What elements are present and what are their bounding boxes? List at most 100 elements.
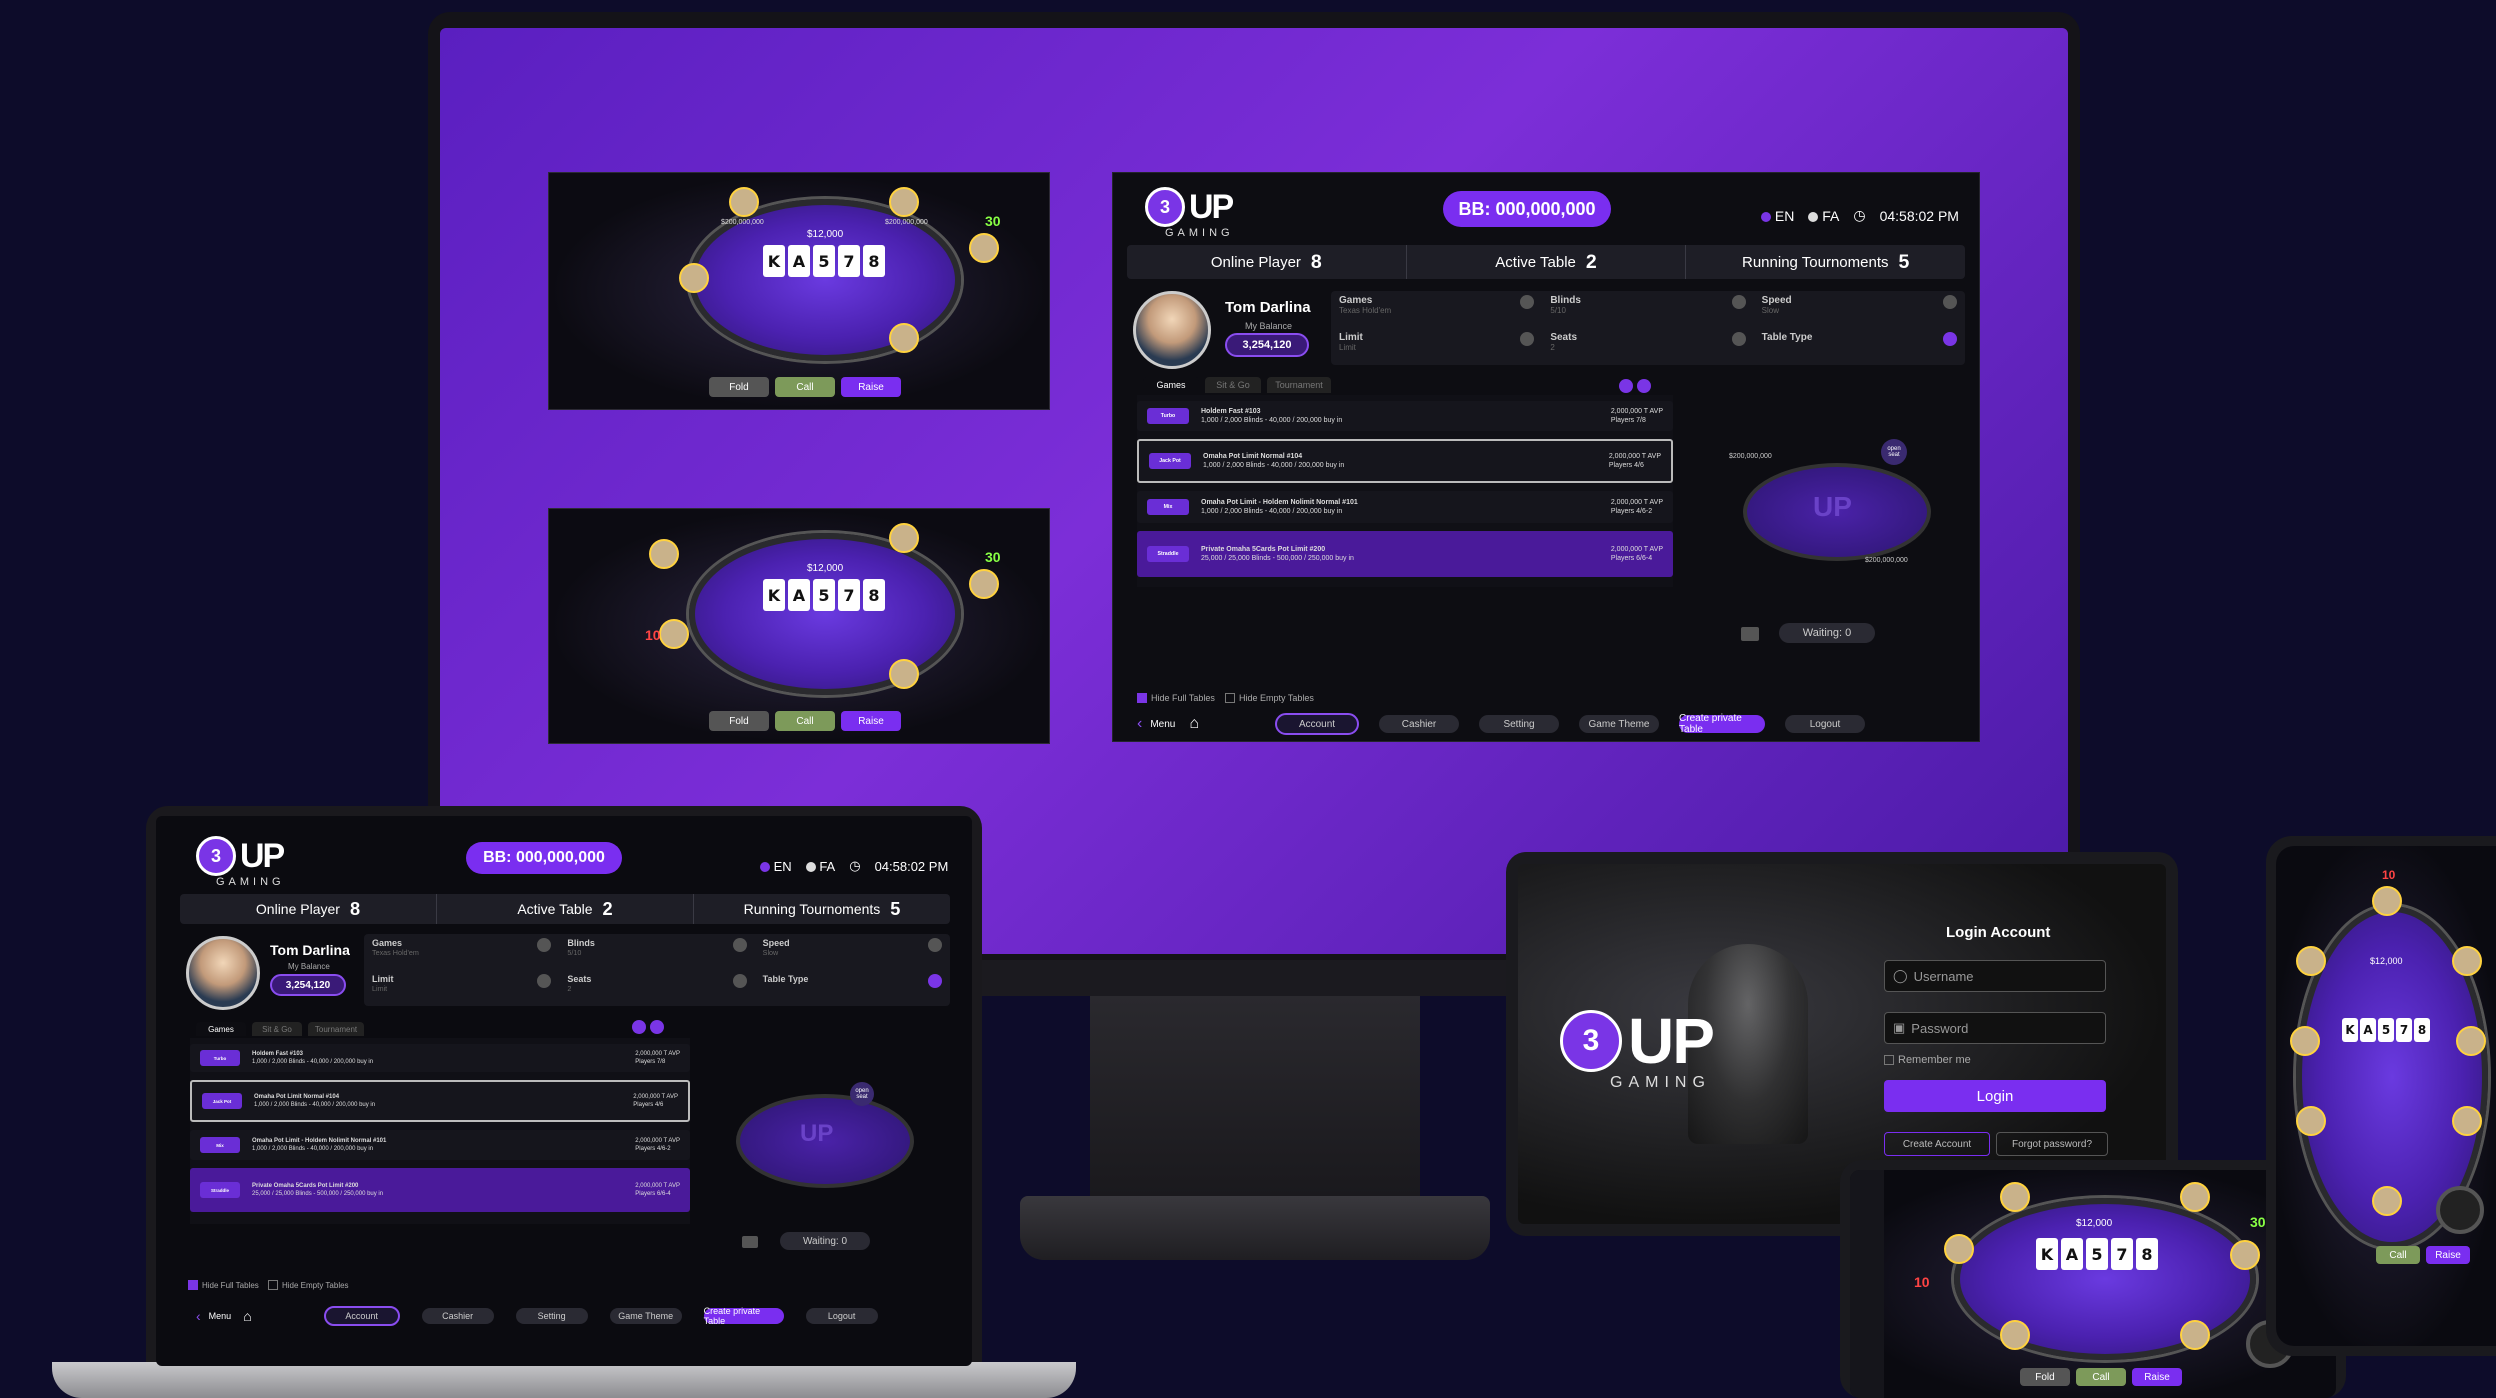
- call-button[interactable]: Call: [2076, 1368, 2126, 1386]
- logout-button[interactable]: Logout: [1785, 715, 1866, 733]
- filter-icon[interactable]: [1619, 379, 1633, 393]
- language-switch[interactable]: EN FA ◷ 04:58:02 PM: [1761, 207, 1959, 224]
- password-field[interactable]: ▣ Password: [1884, 1012, 2106, 1044]
- fold-button[interactable]: Fold: [2020, 1368, 2070, 1386]
- player-seat: [2180, 1320, 2210, 1350]
- login-button[interactable]: Login: [1884, 1080, 2106, 1112]
- checkbox[interactable]: [268, 1280, 278, 1290]
- filter-speed[interactable]: Speed Slow: [1754, 291, 1965, 328]
- raise-button[interactable]: Raise: [2426, 1246, 2470, 1264]
- bet-dial[interactable]: [2436, 1186, 2484, 1234]
- chevron-down-icon[interactable]: [1942, 332, 1957, 346]
- tab-sit-and-go[interactable]: Sit & Go: [252, 1022, 302, 1036]
- hide-full-tables-toggle[interactable]: Hide Full Tables: [1137, 693, 1215, 703]
- filter-games[interactable]: Games Texas Hold'em: [1331, 291, 1542, 328]
- checkbox[interactable]: [1225, 693, 1235, 703]
- home-icon[interactable]: ⌂: [243, 1308, 251, 1324]
- tab-sit-and-go[interactable]: Sit & Go: [1205, 377, 1261, 393]
- remember-me-toggle[interactable]: Remember me: [1884, 1054, 1971, 1066]
- call-button[interactable]: Call: [2376, 1246, 2420, 1264]
- table-row[interactable]: Jack Pot Omaha Pot Limit Normal #104 1,00…: [1137, 439, 1673, 483]
- call-button[interactable]: Call: [775, 711, 835, 731]
- table-row[interactable]: Mix Omaha Pot Limit - Holdem Nolimit Nor…: [190, 1130, 690, 1160]
- language-switch[interactable]: EN FA ◷ 04:58:02 PM: [760, 858, 948, 874]
- checkbox[interactable]: [1884, 1055, 1894, 1065]
- chevron-down-icon[interactable]: [927, 938, 942, 952]
- lang-fa-option[interactable]: FA: [805, 859, 835, 874]
- chevron-down-icon[interactable]: [1520, 295, 1535, 309]
- lang-en-option[interactable]: EN: [1761, 208, 1794, 224]
- call-button[interactable]: Call: [775, 377, 835, 397]
- avatar[interactable]: [1133, 291, 1211, 369]
- filter-blinds[interactable]: Blinds 5/10: [559, 934, 754, 970]
- forgot-password-link[interactable]: Forgot password?: [1996, 1132, 2108, 1156]
- card: A: [2360, 1018, 2376, 1042]
- create-private-table-button[interactable]: Create private Table: [1679, 713, 1766, 735]
- refresh-icon[interactable]: [1637, 379, 1651, 393]
- chevron-down-icon[interactable]: [1731, 295, 1746, 309]
- tab-games[interactable]: Games: [1143, 377, 1199, 393]
- filter-seats[interactable]: Seats 2: [1542, 328, 1753, 365]
- chevron-down-icon[interactable]: [537, 938, 552, 952]
- account-button[interactable]: Account: [1275, 713, 1360, 735]
- table-row[interactable]: Turbo Holdem Fast #103 1,000 / 2,000 Blin…: [1137, 401, 1673, 431]
- table-row[interactable]: Jack Pot Omaha Pot Limit Normal #104 1,00…: [190, 1080, 690, 1122]
- open-seat-icon[interactable]: open seat: [850, 1082, 874, 1106]
- filter-speed[interactable]: Speed Slow: [755, 934, 950, 970]
- tab-tournament[interactable]: Tournament: [1267, 377, 1331, 393]
- chevron-down-icon[interactable]: [1942, 295, 1957, 309]
- hide-empty-tables-toggle[interactable]: Hide Empty Tables: [268, 1280, 349, 1290]
- filter-table-type[interactable]: Table Type: [1754, 328, 1965, 365]
- checkbox[interactable]: [1137, 693, 1147, 703]
- chevron-down-icon[interactable]: [537, 974, 552, 988]
- chevron-down-icon[interactable]: [1731, 332, 1746, 346]
- cashier-button[interactable]: Cashier: [421, 1308, 494, 1324]
- lang-en-option[interactable]: EN: [760, 859, 792, 874]
- hide-full-tables-toggle[interactable]: Hide Full Tables: [188, 1280, 259, 1290]
- create-account-button[interactable]: Create Account: [1884, 1132, 1990, 1156]
- game-theme-button[interactable]: Game Theme: [1579, 715, 1660, 733]
- table-row[interactable]: Mix Omaha Pot Limit - Holdem Nolimit Nor…: [1137, 491, 1673, 523]
- raise-button[interactable]: Raise: [841, 711, 901, 731]
- filter-games[interactable]: Games Texas Hold'em: [364, 934, 559, 970]
- table-row[interactable]: Straddle Private Omaha 5Cards Pot Limit …: [190, 1168, 690, 1212]
- fold-button[interactable]: Fold: [709, 711, 769, 731]
- menu-link[interactable]: Menu: [1150, 719, 1175, 730]
- logout-button[interactable]: Logout: [805, 1308, 878, 1324]
- refresh-icon[interactable]: [650, 1020, 664, 1034]
- back-chevron-icon[interactable]: ‹: [1137, 715, 1142, 733]
- account-button[interactable]: Account: [323, 1306, 400, 1326]
- username-field[interactable]: ◯ Username: [1884, 960, 2106, 992]
- filter-table-type[interactable]: Table Type: [755, 970, 950, 1006]
- home-icon[interactable]: ⌂: [1189, 715, 1199, 733]
- open-seat-icon[interactable]: open seat: [1881, 439, 1907, 465]
- table-row[interactable]: Straddle Private Omaha 5Cards Pot Limit …: [1137, 531, 1673, 577]
- cashier-button[interactable]: Cashier: [1379, 715, 1460, 733]
- chevron-down-icon[interactable]: [1520, 332, 1535, 346]
- setting-button[interactable]: Setting: [515, 1308, 588, 1324]
- tab-tournament[interactable]: Tournament: [308, 1022, 364, 1036]
- tab-games[interactable]: Games: [196, 1022, 246, 1036]
- chevron-down-icon[interactable]: [732, 938, 747, 952]
- filter-limit[interactable]: Limit Limit: [364, 970, 559, 1006]
- pot-label: $12,000: [2076, 1218, 2113, 1229]
- menu-link[interactable]: Menu: [209, 1311, 232, 1321]
- chevron-down-icon[interactable]: [732, 974, 747, 988]
- back-chevron-icon[interactable]: ‹: [196, 1308, 201, 1324]
- raise-button[interactable]: Raise: [2132, 1368, 2182, 1386]
- hide-empty-tables-toggle[interactable]: Hide Empty Tables: [1225, 693, 1314, 703]
- create-private-table-button[interactable]: Create private Table: [703, 1306, 784, 1326]
- game-theme-button[interactable]: Game Theme: [609, 1308, 682, 1324]
- chevron-down-icon[interactable]: [927, 974, 942, 988]
- raise-button[interactable]: Raise: [841, 377, 901, 397]
- filter-limit[interactable]: Limit Limit: [1331, 328, 1542, 365]
- lang-fa-option[interactable]: FA: [1808, 208, 1839, 224]
- checkbox[interactable]: [188, 1280, 198, 1290]
- setting-button[interactable]: Setting: [1479, 715, 1560, 733]
- table-row[interactable]: Turbo Holdem Fast #103 1,000 / 2,000 Blin…: [190, 1044, 690, 1072]
- filter-icon[interactable]: [632, 1020, 646, 1034]
- fold-button[interactable]: Fold: [709, 377, 769, 397]
- filter-seats[interactable]: Seats 2: [559, 970, 754, 1006]
- filter-blinds[interactable]: Blinds 5/10: [1542, 291, 1753, 328]
- avatar[interactable]: [186, 936, 260, 1010]
